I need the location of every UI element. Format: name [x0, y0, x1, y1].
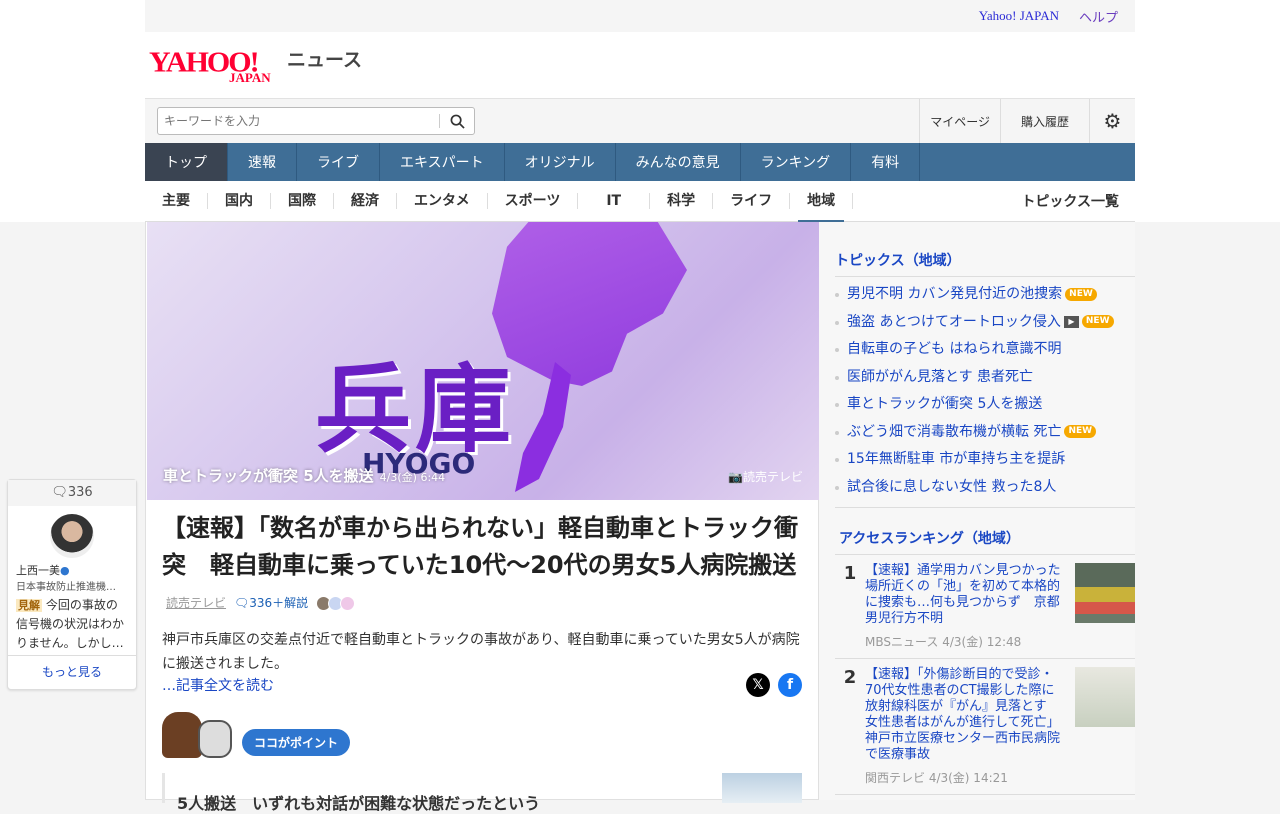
see-more-link[interactable]: もっと見る: [8, 655, 136, 689]
help-link[interactable]: ヘルプ: [1079, 7, 1118, 26]
facebook-share-icon[interactable]: f: [778, 673, 802, 697]
tab-top[interactable]: トップ: [145, 143, 228, 181]
category-science[interactable]: 科学: [650, 193, 714, 209]
topic-item[interactable]: 試合後に息しない女性 救った8人: [835, 474, 1135, 502]
search-box: [157, 107, 475, 135]
ranking-thumbnail: [1075, 667, 1135, 727]
yahoo-japan-link[interactable]: Yahoo! JAPAN: [979, 8, 1059, 24]
comment-icon: 🗨: [51, 485, 68, 500]
yahoo-logo: YAHOO! JAPAN: [149, 46, 271, 85]
new-badge: NEW: [1064, 425, 1097, 438]
top-bar: Yahoo! JAPAN ヘルプ: [145, 0, 1135, 32]
key-point-label: ココがポイント: [242, 729, 351, 756]
logo[interactable]: YAHOO! JAPAN ニュース: [145, 44, 1135, 85]
mypage-link[interactable]: マイページ: [919, 99, 1000, 143]
topic-item[interactable]: ぶどう畑で消毒散布機が横転 死亡 NEW: [835, 419, 1135, 447]
robot-mascot-icon: [198, 720, 232, 758]
hero-caption[interactable]: 車とトラックが衝突 5人を搬送 4/3(金) 6:44: [163, 465, 445, 486]
category-nav: 主要 国内 国際 経済 エンタメ スポーツ IT 科学 ライフ 地域 トピックス…: [145, 181, 1135, 224]
tab-paid[interactable]: 有料: [851, 143, 921, 181]
search-bar: マイページ 購入履歴 ⚙: [145, 98, 1135, 143]
key-point-header: ココがポイント: [162, 712, 351, 758]
search-button[interactable]: [440, 114, 474, 129]
comment-text: 見解 今回の事故の信号機の状況はわかりません。しかし…: [16, 598, 125, 650]
verified-icon: ●: [60, 564, 70, 577]
topic-item[interactable]: 自転車の子ども はねられ意識不明: [835, 336, 1135, 364]
category-economy[interactable]: 経済: [334, 193, 397, 209]
tab-ranking[interactable]: ランキング: [741, 143, 852, 181]
avatar: [50, 514, 94, 558]
article: 【速報】「数名が車から出られない」軽自動車とトラック衝突 軽自動車に乗っていた1…: [162, 510, 804, 676]
main-column: 兵庫 HYOGO 車とトラックが衝突 5人を搬送 4/3(金) 6:44 📷読売テ…: [145, 222, 819, 813]
category-entertainment[interactable]: エンタメ: [397, 193, 488, 209]
topic-item[interactable]: 医師ががん見落とす 患者死亡: [835, 364, 1135, 392]
category-main[interactable]: 主要: [145, 193, 208, 209]
service-name: ニュース: [287, 49, 363, 71]
topic-item[interactable]: 15年無断駐車 市が車持ち主を提訴: [835, 446, 1135, 474]
sidebar: トピックス（地域） 男児不明 カバン発見付近の池捜索 NEW 強盗 あとつけてオー…: [819, 222, 1135, 800]
ranking-heading[interactable]: アクセスランキング（地域）: [835, 508, 1135, 555]
new-badge: NEW: [1065, 287, 1097, 301]
rank-number: 1: [843, 563, 857, 584]
mascot-icon: [162, 712, 202, 758]
expert-avatar: [339, 595, 355, 611]
topic-item[interactable]: 車とトラックが衝突 5人を搬送: [835, 391, 1135, 419]
all-topics-link[interactable]: トピックス一覧: [1021, 191, 1135, 211]
search-icon: [450, 114, 465, 129]
article-summary: 神戸市兵庫区の交差点付近で軽自動車とトラックの事故があり、軽自動車に乗っていた男…: [162, 631, 800, 672]
ranking-meta: 関西テレビ 4/3(金) 14:21: [865, 771, 1008, 785]
tab-breaking[interactable]: 速報: [228, 143, 297, 181]
topics-heading[interactable]: トピックス（地域）: [835, 222, 1135, 277]
rank-number: 2: [843, 667, 857, 688]
purchase-history-link[interactable]: 購入履歴: [999, 99, 1089, 143]
hero-image[interactable]: 兵庫 HYOGO 車とトラックが衝突 5人を搬送 4/3(金) 6:44 📷読売テ…: [147, 222, 819, 500]
new-badge: NEW: [1081, 315, 1114, 328]
key-point-box[interactable]: 5人搬送 いずれも対話が困難な状態だったという: [162, 773, 802, 813]
hero-credit: 📷読売テレビ: [728, 470, 803, 484]
opinion-badge: 見解: [16, 599, 42, 612]
ranking-meta: MBSニュース 4/3(金) 12:48: [865, 635, 1022, 649]
comment-icon: 🗨: [234, 595, 250, 610]
tab-expert[interactable]: エキスパート: [380, 143, 505, 181]
category-it[interactable]: IT: [578, 193, 651, 209]
gear-icon[interactable]: ⚙: [1089, 99, 1135, 143]
tab-live[interactable]: ライブ: [297, 143, 380, 181]
hero-time: 4/3(金) 6:44: [379, 471, 446, 484]
ranking-item[interactable]: 1 【速報】通学用カバン見つかった場所近くの「池」を初めて本格的に捜索も…何も見…: [835, 555, 1135, 659]
category-life[interactable]: ライフ: [713, 193, 791, 209]
main-nav: トップ 速報 ライブ エキスパート オリジナル みんなの意見 ランキング 有料: [145, 143, 1135, 181]
category-local[interactable]: 地域: [790, 193, 854, 224]
topic-item[interactable]: 強盗 あとつけてオートロック侵入 ▶ NEW: [835, 309, 1135, 337]
ranking-item[interactable]: 2 【速報】「外傷診断目的で受診・70代女性患者のCT撮影した際に放射線科医が『…: [835, 659, 1135, 795]
search-input[interactable]: [158, 114, 439, 128]
ranking-title[interactable]: 【速報】「外傷診断目的で受診・70代女性患者のCT撮影した際に放射線科医が『がん…: [865, 667, 1067, 763]
comment-card[interactable]: 🗨336 上西一美● 日本事故防止推進機… 見解 今回の事故の信号機の状況はわか…: [7, 479, 137, 690]
read-full-article-link[interactable]: …記事全文を読む: [162, 675, 274, 695]
category-world[interactable]: 国際: [271, 193, 334, 209]
video-icon: ▶: [1063, 315, 1079, 328]
commenter-name: 上西一美●: [16, 564, 70, 577]
tab-original[interactable]: オリジナル: [505, 143, 616, 181]
commenter-org: 日本事故防止推進機…: [16, 582, 116, 593]
category-sports[interactable]: スポーツ: [488, 193, 579, 209]
category-domestic[interactable]: 国内: [208, 193, 271, 209]
key-point-text: 5人搬送 いずれも対話が困難な状態だったという: [177, 794, 541, 813]
article-source[interactable]: 読売テレビ: [166, 596, 226, 610]
comment-link[interactable]: 🗨336＋解説: [234, 596, 308, 610]
tab-opinions[interactable]: みんなの意見: [616, 143, 741, 181]
key-point-thumbnail: [722, 773, 802, 803]
topics-list: 男児不明 カバン発見付近の池捜索 NEW 強盗 あとつけてオートロック侵入 ▶ NEW…: [835, 277, 1135, 508]
topic-item[interactable]: 男児不明 カバン発見付近の池捜索 NEW: [835, 281, 1135, 309]
x-share-icon[interactable]: 𝕏: [746, 673, 770, 697]
comment-count: 🗨336: [8, 480, 136, 506]
article-title[interactable]: 【速報】「数名が車から出られない」軽自動車とトラック衝突 軽自動車に乗っていた1…: [162, 510, 804, 622]
camera-icon: 📷: [728, 470, 743, 484]
ranking-title[interactable]: 【速報】通学用カバン見つかった場所近くの「池」を初めて本格的に捜索も…何も見つか…: [865, 563, 1067, 627]
ranking-thumbnail: [1075, 563, 1135, 623]
